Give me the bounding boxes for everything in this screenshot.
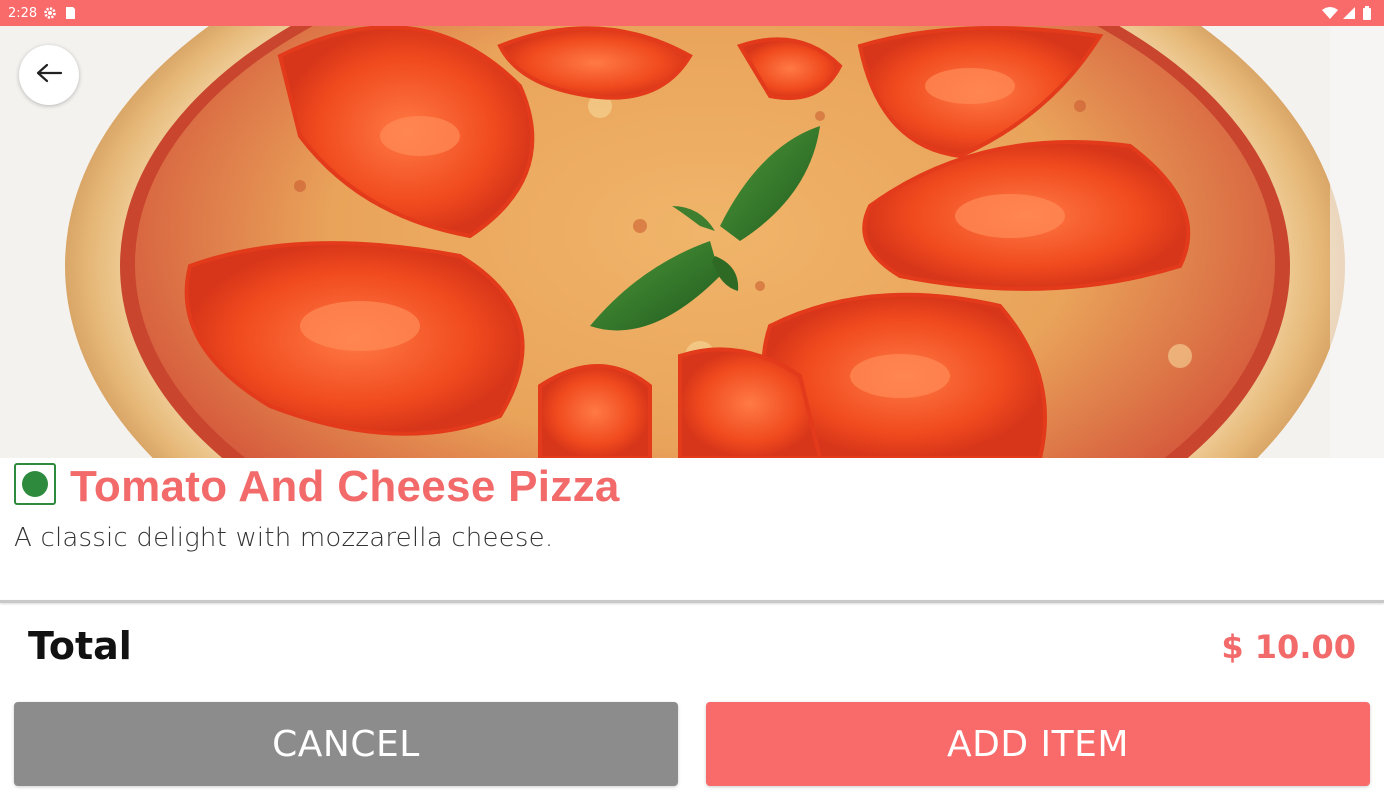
cancel-button[interactable]: CANCEL bbox=[14, 702, 678, 786]
veg-dot bbox=[22, 471, 48, 497]
sd-card-icon bbox=[63, 6, 77, 20]
gear-icon bbox=[43, 6, 57, 20]
status-left: 2:28 bbox=[8, 6, 77, 21]
pizza-image bbox=[0, 26, 1384, 458]
back-button[interactable] bbox=[19, 45, 79, 105]
arrow-left-icon bbox=[35, 63, 63, 88]
status-right bbox=[1322, 6, 1376, 20]
total-label: Total bbox=[28, 624, 132, 668]
battery-icon bbox=[1362, 6, 1376, 20]
wifi-icon bbox=[1322, 6, 1338, 20]
item-description: A classic delight with mozzarella cheese… bbox=[14, 523, 554, 553]
total-value: $ 10.00 bbox=[1221, 628, 1356, 666]
pizza-illustration bbox=[0, 26, 1384, 458]
add-item-button[interactable]: ADD ITEM bbox=[706, 702, 1370, 786]
signal-icon bbox=[1342, 6, 1356, 20]
item-title: Tomato And Cheese Pizza bbox=[70, 462, 620, 511]
status-time: 2:28 bbox=[8, 5, 38, 21]
veg-icon bbox=[14, 463, 56, 505]
divider bbox=[0, 600, 1384, 603]
status-bar: 2:28 bbox=[0, 0, 1384, 26]
